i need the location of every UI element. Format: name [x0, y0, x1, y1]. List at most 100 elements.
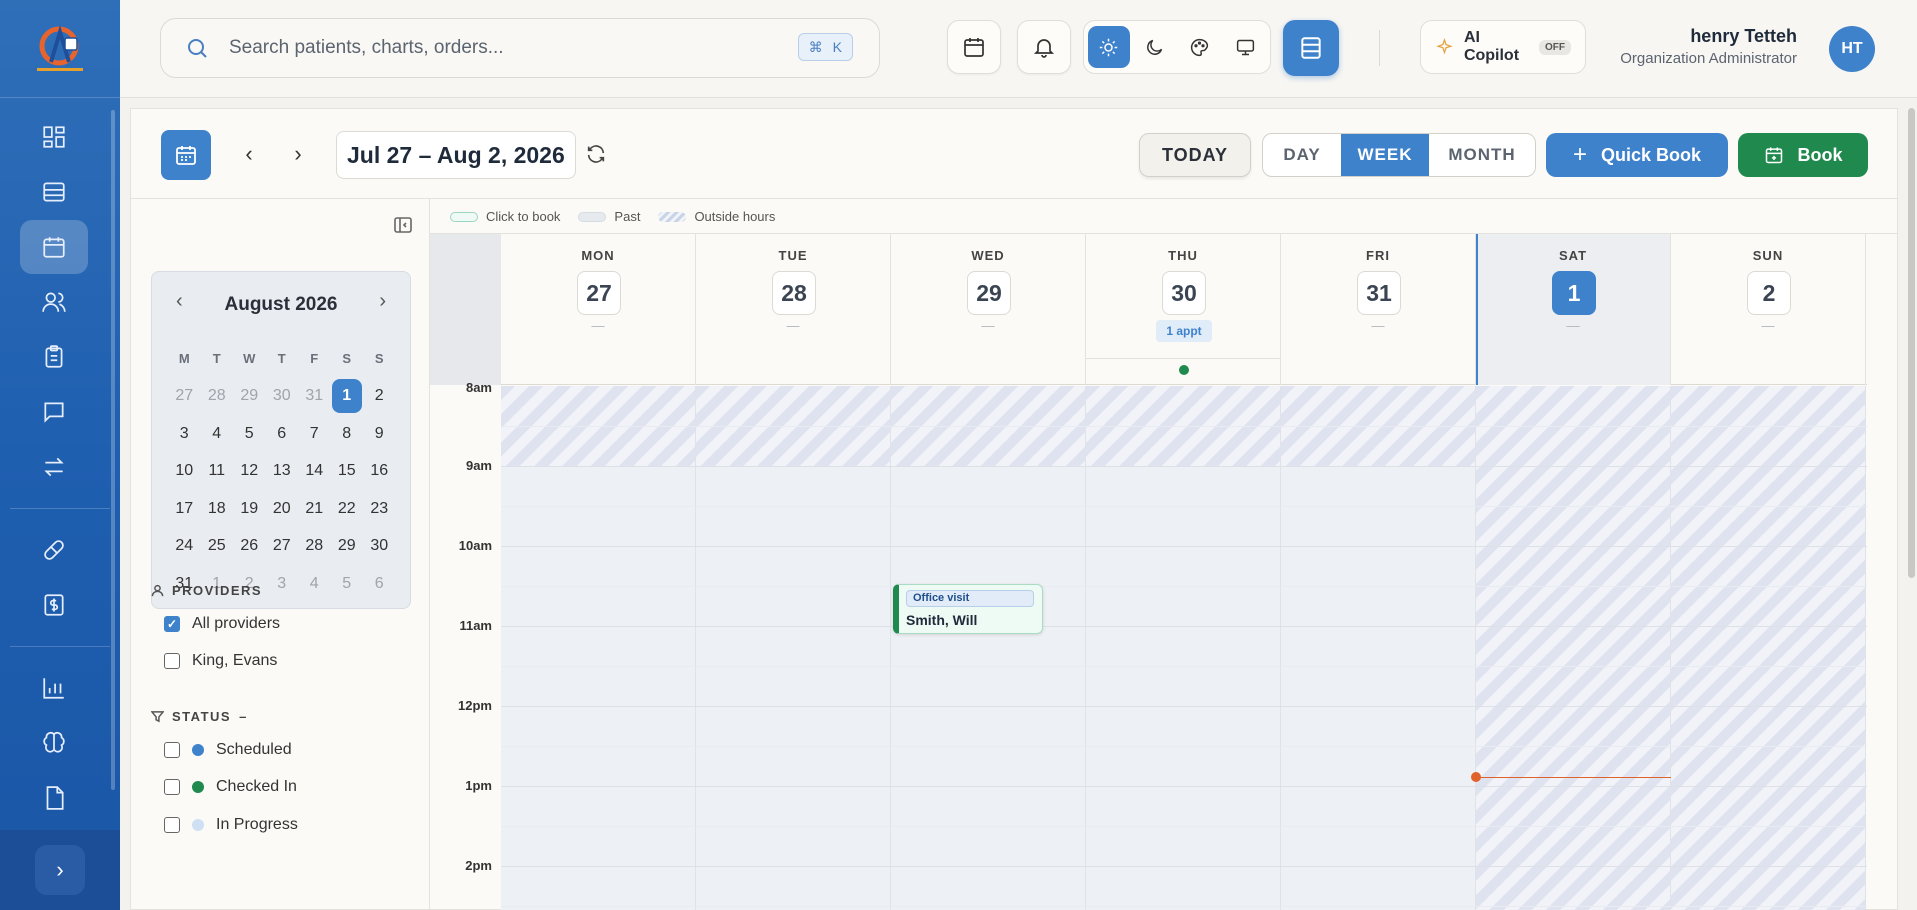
- calendar-picker-button[interactable]: [161, 130, 211, 180]
- book-button[interactable]: Book: [1738, 133, 1868, 177]
- mini-calendar-day[interactable]: 2: [363, 378, 396, 416]
- mini-calendar-day[interactable]: 20: [266, 490, 299, 528]
- expand-sidebar-button[interactable]: ›: [35, 845, 85, 895]
- mini-calendar-next-button[interactable]: ›: [379, 290, 386, 313]
- provider-filter-king[interactable]: King, Evans: [164, 652, 277, 670]
- mini-calendar-day[interactable]: 6: [266, 415, 299, 453]
- day-header-fri[interactable]: FRI 31 —: [1281, 234, 1476, 385]
- notifications-button[interactable]: [1017, 20, 1071, 74]
- status-filter-in-progress[interactable]: In Progress: [164, 816, 298, 834]
- status-filter-scheduled[interactable]: Scheduled: [164, 741, 292, 759]
- mini-calendar-day[interactable]: 13: [266, 453, 299, 491]
- mini-calendar-day[interactable]: 28: [298, 528, 331, 566]
- mini-calendar-day[interactable]: 29: [233, 378, 266, 416]
- day-column-fri[interactable]: [1281, 386, 1476, 910]
- nav-patients[interactable]: [20, 275, 88, 329]
- day-column-wed[interactable]: [891, 386, 1086, 910]
- nav-clipboard[interactable]: [20, 330, 88, 384]
- mini-calendar-day[interactable]: 6: [363, 565, 396, 603]
- view-day-button[interactable]: DAY: [1263, 134, 1341, 176]
- collapse-panel-button[interactable]: [393, 215, 413, 235]
- today-button[interactable]: TODAY: [1139, 133, 1251, 177]
- day-header-sat[interactable]: SAT 1 —: [1476, 234, 1671, 385]
- mini-calendar-day[interactable]: 22: [331, 490, 364, 528]
- mini-calendar-day[interactable]: 3: [168, 415, 201, 453]
- previous-week-button[interactable]: ‹: [234, 139, 264, 169]
- day-number[interactable]: 29: [967, 271, 1011, 315]
- day-column-mon[interactable]: [501, 386, 696, 910]
- avatar[interactable]: HT: [1829, 26, 1875, 72]
- checkbox[interactable]: [164, 742, 180, 758]
- day-number[interactable]: 2: [1747, 271, 1791, 315]
- nav-records[interactable]: [20, 165, 88, 219]
- checkbox[interactable]: [164, 653, 180, 669]
- mini-calendar-day[interactable]: 31: [298, 378, 331, 416]
- dark-theme-button[interactable]: [1134, 26, 1176, 68]
- mini-calendar-day[interactable]: 8: [331, 415, 364, 453]
- mini-calendar-day[interactable]: 4: [201, 415, 234, 453]
- mini-calendar-day[interactable]: 25: [201, 528, 234, 566]
- day-header-sun[interactable]: SUN 2 —: [1671, 234, 1866, 385]
- user-info[interactable]: henry Tetteh Organization Administrator: [1620, 26, 1797, 67]
- date-range-label[interactable]: Jul 27 – Aug 2, 2026: [336, 131, 576, 179]
- day-number[interactable]: 30: [1162, 271, 1206, 315]
- checkbox[interactable]: [164, 779, 180, 795]
- day-number[interactable]: 27: [577, 271, 621, 315]
- mini-calendar-day[interactable]: 24: [168, 528, 201, 566]
- checkbox-checked[interactable]: ✓: [164, 616, 180, 632]
- mini-calendar-day[interactable]: 29: [331, 528, 364, 566]
- view-month-button[interactable]: MONTH: [1429, 134, 1535, 176]
- mini-calendar-day[interactable]: 17: [168, 490, 201, 528]
- refresh-button[interactable]: [581, 139, 611, 169]
- mini-calendar-day[interactable]: 26: [233, 528, 266, 566]
- day-number[interactable]: 28: [772, 271, 816, 315]
- day-header-thu[interactable]: THU 30 1 appt: [1086, 234, 1281, 385]
- nav-dashboard[interactable]: [20, 110, 88, 164]
- day-header-wed[interactable]: WED 29 —: [891, 234, 1086, 385]
- mini-calendar-day[interactable]: 19: [233, 490, 266, 528]
- day-column-tue[interactable]: [696, 386, 891, 910]
- nav-pills[interactable]: [20, 523, 88, 577]
- nav-billing[interactable]: [20, 578, 88, 632]
- next-week-button[interactable]: ›: [283, 139, 313, 169]
- mini-calendar-day[interactable]: 30: [266, 378, 299, 416]
- ai-copilot-toggle[interactable]: AI Copilot OFF: [1420, 20, 1586, 74]
- nav-messages[interactable]: [20, 385, 88, 439]
- mini-calendar-day[interactable]: 5: [233, 415, 266, 453]
- mini-calendar-day[interactable]: 30: [363, 528, 396, 566]
- light-theme-button[interactable]: [1088, 26, 1130, 68]
- day-column-sat[interactable]: [1476, 386, 1671, 910]
- mini-calendar-day[interactable]: 4: [298, 565, 331, 603]
- page-scrollbar[interactable]: [1908, 108, 1915, 578]
- mini-calendar-day[interactable]: 15: [331, 453, 364, 491]
- mini-calendar-day[interactable]: 9: [363, 415, 396, 453]
- nav-documents[interactable]: [20, 771, 88, 825]
- search-input[interactable]: Search patients, charts, orders... ⌘ K: [160, 18, 880, 78]
- nav-calendar[interactable]: [20, 220, 88, 274]
- app-logo[interactable]: [29, 18, 91, 80]
- nav-reports[interactable]: [20, 661, 88, 715]
- mini-calendar-day[interactable]: 23: [363, 490, 396, 528]
- day-column-thu[interactable]: [1086, 386, 1281, 910]
- day-number[interactable]: 31: [1357, 271, 1401, 315]
- quick-book-button[interactable]: + Quick Book: [1546, 133, 1728, 177]
- palette-theme-button[interactable]: [1179, 26, 1221, 68]
- mini-calendar-day[interactable]: 10: [168, 453, 201, 491]
- mini-calendar-day[interactable]: 27: [168, 378, 201, 416]
- sidebar-scrollbar[interactable]: [111, 110, 115, 790]
- mini-calendar-day[interactable]: 21: [298, 490, 331, 528]
- collapse-status-button[interactable]: –: [239, 709, 248, 724]
- provider-filter-all[interactable]: ✓ All providers: [164, 615, 280, 633]
- view-week-button[interactable]: WEEK: [1341, 134, 1429, 176]
- day-number[interactable]: 1: [1552, 271, 1596, 315]
- mini-calendar-day[interactable]: 5: [331, 565, 364, 603]
- mini-calendar-day[interactable]: 14: [298, 453, 331, 491]
- mini-calendar-day[interactable]: 12: [233, 453, 266, 491]
- nav-transfers[interactable]: [20, 440, 88, 494]
- day-header-tue[interactable]: TUE 28 —: [696, 234, 891, 385]
- status-filter-checked-in[interactable]: Checked In: [164, 778, 297, 796]
- mini-calendar-day[interactable]: 28: [201, 378, 234, 416]
- mini-calendar-day[interactable]: 3: [266, 565, 299, 603]
- day-header-mon[interactable]: MON 27 —: [501, 234, 696, 385]
- mini-calendar-day[interactable]: 1: [331, 378, 364, 416]
